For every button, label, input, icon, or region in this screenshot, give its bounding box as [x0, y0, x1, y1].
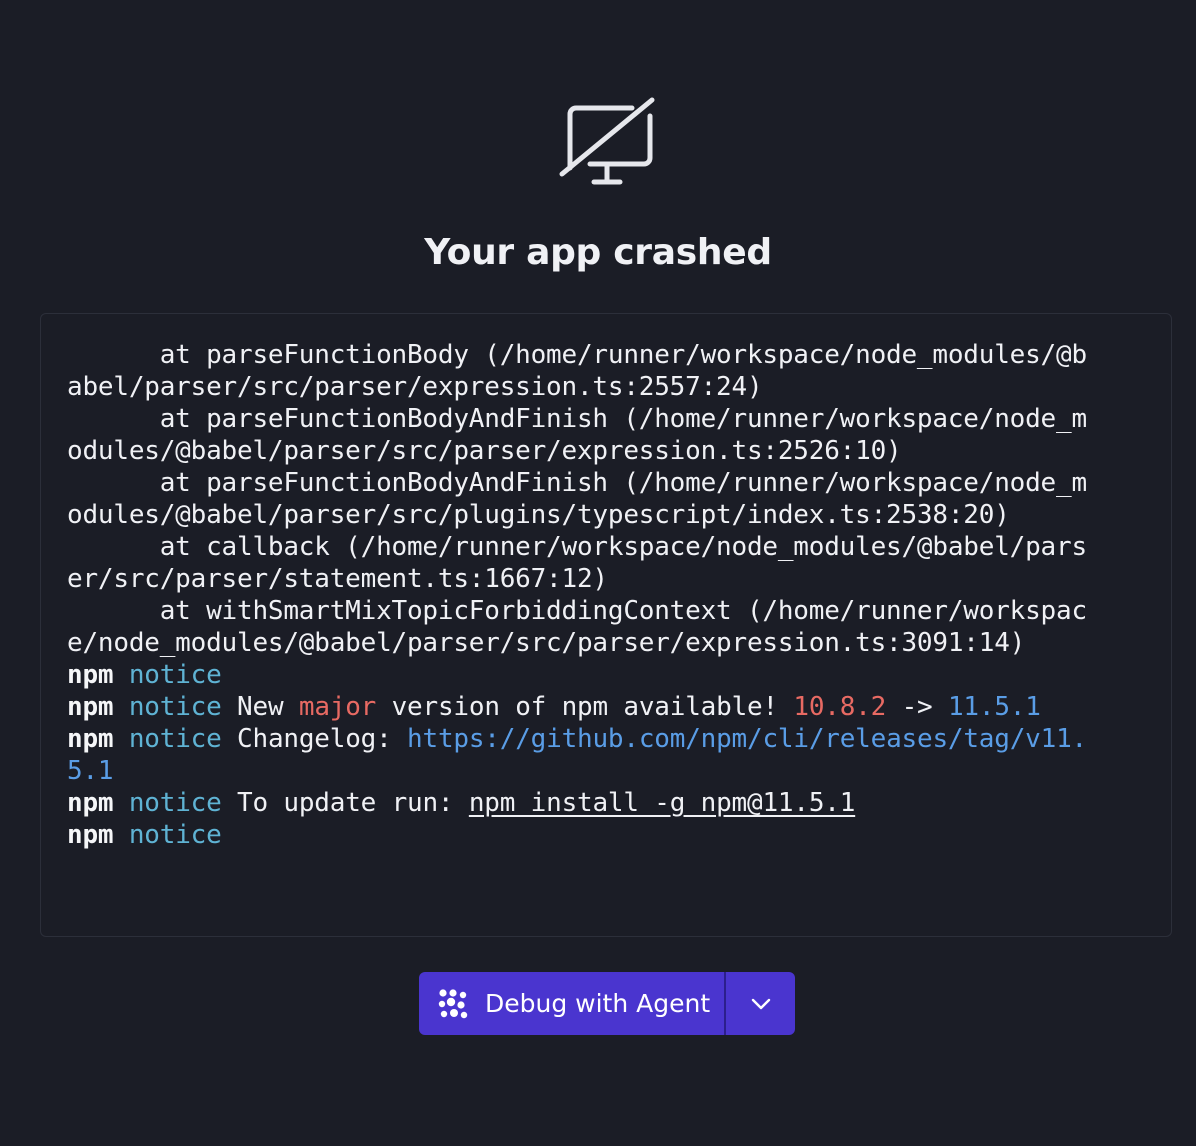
- log-segment-npm: npm: [67, 660, 114, 690]
- log-segment: [113, 788, 128, 818]
- log-segment-npm: npm: [67, 692, 114, 722]
- log-segment: version of npm available!: [376, 692, 794, 722]
- log-segment: Changelog:: [221, 724, 408, 754]
- log-segment: ->: [886, 692, 948, 722]
- log-line: odules/@babel/parser/src/parser/expressi…: [67, 435, 1127, 467]
- log-segment-npm: npm: [67, 724, 114, 754]
- log-line: npm notice To update run: npm install -g…: [67, 787, 1127, 819]
- log-segment-notice: notice: [128, 788, 222, 818]
- log-line: at withSmartMixTopicForbiddingContext (/…: [67, 595, 1127, 627]
- log-segment-link[interactable]: https://github.com/npm/cli/releases/tag/…: [407, 724, 1087, 754]
- debug-with-agent-button[interactable]: Debug with Agent: [419, 972, 724, 1035]
- agent-icon: [438, 988, 468, 1018]
- log-line: at parseFunctionBody (/home/runner/works…: [67, 339, 1127, 371]
- log-line: at parseFunctionBodyAndFinish (/home/run…: [67, 467, 1127, 499]
- log-segment: at parseFunctionBodyAndFinish (/home/run…: [67, 404, 1087, 434]
- chevron-down-icon: [751, 998, 770, 1009]
- log-segment: er/src/parser/statement.ts:1667:12): [67, 564, 608, 594]
- log-segment-notice: notice: [128, 660, 222, 690]
- log-segment-notice: notice: [128, 692, 222, 722]
- log-segment: [113, 724, 128, 754]
- log-segment-cmd: npm install -g npm@11.5.1: [468, 788, 856, 818]
- log-segment: abel/parser/src/parser/expression.ts:255…: [67, 372, 763, 402]
- log-segment-npm: npm: [67, 788, 114, 818]
- log-segment: odules/@babel/parser/src/plugins/typescr…: [67, 500, 1010, 530]
- log-line: npm notice: [67, 819, 1127, 851]
- log-segment: at parseFunctionBodyAndFinish (/home/run…: [67, 468, 1087, 498]
- page-title: Your app crashed: [424, 232, 772, 273]
- log-segment-notice: notice: [128, 724, 222, 754]
- debug-options-dropdown-button[interactable]: [726, 972, 795, 1035]
- log-line: 5.1: [67, 755, 1127, 787]
- log-line: e/node_modules/@babel/parser/src/parser/…: [67, 627, 1127, 659]
- log-output-panel[interactable]: at parseFunctionBody (/home/runner/works…: [40, 313, 1172, 937]
- log-line: npm notice New major version of npm avai…: [67, 691, 1127, 723]
- log-segment-link[interactable]: 5.1: [67, 756, 114, 786]
- log-segment: odules/@babel/parser/src/parser/expressi…: [67, 436, 902, 466]
- log-segment-ver-old: 10.8.2: [793, 692, 887, 722]
- log-line: er/src/parser/statement.ts:1667:12): [67, 563, 1127, 595]
- log-line: npm notice: [67, 659, 1127, 691]
- log-segment: [113, 660, 128, 690]
- log-segment: [113, 692, 128, 722]
- log-segment-notice: notice: [128, 820, 222, 850]
- log-segment: e/node_modules/@babel/parser/src/parser/…: [67, 628, 1026, 658]
- log-line: odules/@babel/parser/src/plugins/typescr…: [67, 499, 1127, 531]
- log-segment: [113, 820, 128, 850]
- log-segment: New: [221, 692, 299, 722]
- log-output: at parseFunctionBody (/home/runner/works…: [67, 339, 1127, 851]
- monitor-off-icon: [559, 97, 655, 185]
- log-line: at parseFunctionBodyAndFinish (/home/run…: [67, 403, 1127, 435]
- log-segment-major: major: [298, 692, 377, 722]
- log-segment-ver-new: 11.5.1: [947, 692, 1041, 722]
- log-line: npm notice Changelog: https://github.com…: [67, 723, 1127, 755]
- log-segment: at parseFunctionBody (/home/runner/works…: [67, 340, 1087, 370]
- log-segment: at callback (/home/runner/workspace/node…: [67, 532, 1087, 562]
- log-segment: at withSmartMixTopicForbiddingContext (/…: [67, 596, 1087, 626]
- log-line: at callback (/home/runner/workspace/node…: [67, 531, 1127, 563]
- log-line: abel/parser/src/parser/expression.ts:255…: [67, 371, 1127, 403]
- log-segment: To update run:: [221, 788, 469, 818]
- log-segment-npm: npm: [67, 820, 114, 850]
- debug-with-agent-label: Debug with Agent: [485, 989, 711, 1018]
- debug-button-group: Debug with Agent: [419, 972, 795, 1035]
